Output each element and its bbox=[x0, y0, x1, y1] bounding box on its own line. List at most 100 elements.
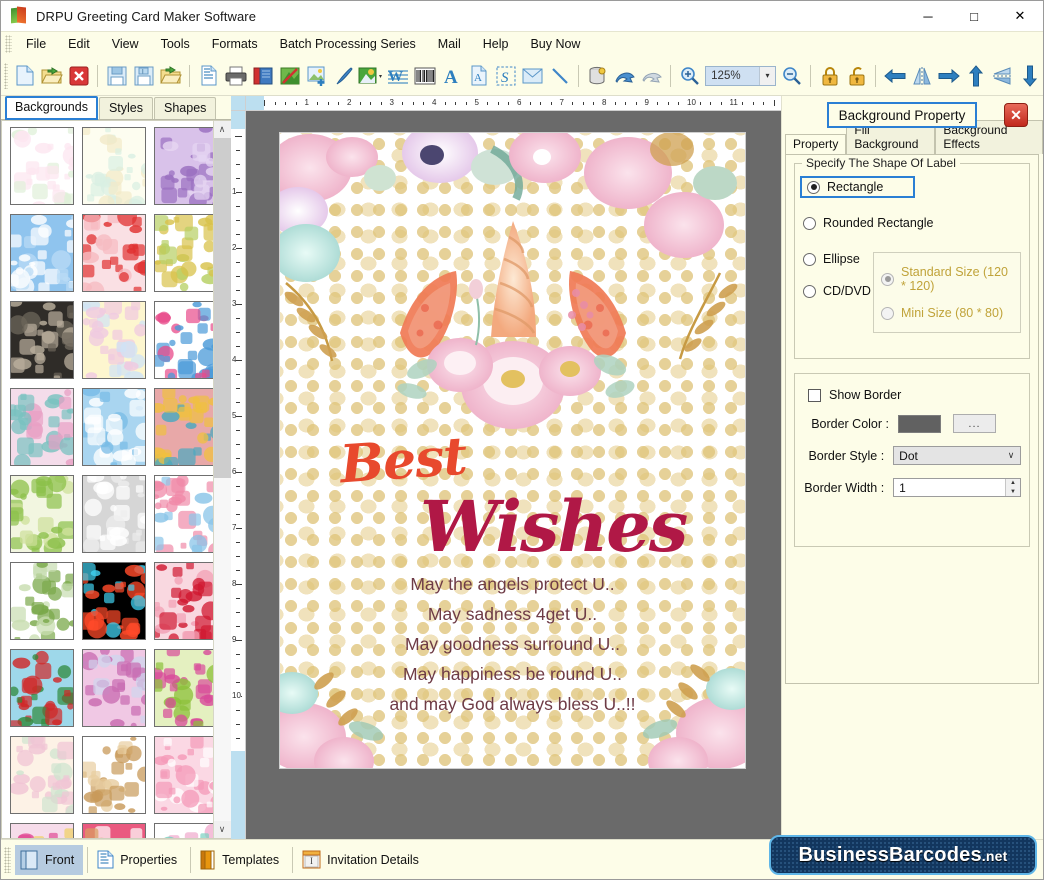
background-thumbnail[interactable] bbox=[10, 649, 74, 727]
pen-tool-icon[interactable] bbox=[330, 61, 357, 91]
insert-image-icon[interactable] bbox=[303, 61, 330, 91]
save-icon[interactable] bbox=[103, 61, 130, 91]
radio-rounded-rectangle[interactable] bbox=[803, 216, 816, 230]
zoom-level-combobox[interactable]: 125% ▾ bbox=[705, 65, 776, 86]
border-width-spinner[interactable]: 1 ▲ ▼ bbox=[893, 478, 1021, 497]
radio-rectangle[interactable] bbox=[807, 180, 820, 194]
background-thumbnail[interactable] bbox=[10, 388, 74, 466]
spinner-up-icon[interactable]: ▲ bbox=[1006, 479, 1020, 488]
open-folder-icon[interactable] bbox=[38, 61, 65, 91]
menu-view[interactable]: View bbox=[101, 34, 150, 54]
menu-formats[interactable]: Formats bbox=[201, 34, 269, 54]
print-icon[interactable] bbox=[222, 61, 249, 91]
shape-option-rounded-rectangle[interactable]: Rounded Rectangle bbox=[803, 216, 1021, 230]
menu-grip-handle[interactable] bbox=[5, 35, 12, 53]
design-canvas[interactable]: Best Wishes May the angels protect U.. M… bbox=[246, 111, 781, 839]
greeting-card[interactable]: Best Wishes May the angels protect U.. M… bbox=[279, 132, 746, 769]
flip-vertical-icon[interactable] bbox=[989, 61, 1016, 91]
background-thumbnail[interactable] bbox=[10, 736, 74, 814]
close-button[interactable]: ✕ bbox=[997, 1, 1043, 32]
background-thumbnail[interactable] bbox=[82, 823, 146, 838]
menu-buy-now[interactable]: Buy Now bbox=[519, 34, 591, 54]
background-thumbnail[interactable] bbox=[154, 127, 213, 205]
scrollbar-track[interactable] bbox=[213, 138, 231, 821]
cd-size-standard[interactable]: Standard Size (120 * 120) bbox=[881, 265, 1013, 293]
flip-horizontal-icon[interactable] bbox=[908, 61, 935, 91]
background-thumbnail[interactable] bbox=[82, 214, 146, 292]
menu-mail[interactable]: Mail bbox=[427, 34, 472, 54]
tab-styles[interactable]: Styles bbox=[98, 97, 154, 119]
border-style-combobox[interactable]: Dot ∨ bbox=[893, 446, 1021, 465]
scroll-down-icon[interactable]: ∨ bbox=[213, 821, 231, 838]
background-thumbnail[interactable] bbox=[10, 301, 74, 379]
background-thumbnail[interactable] bbox=[82, 127, 146, 205]
zoom-out-icon[interactable] bbox=[778, 61, 805, 91]
background-thumbnail[interactable] bbox=[10, 562, 74, 640]
background-thumbnail[interactable] bbox=[154, 388, 213, 466]
show-border-row[interactable]: Show Border bbox=[808, 388, 1021, 402]
signature-icon[interactable]: S bbox=[492, 61, 519, 91]
toolbar-grip-handle[interactable] bbox=[4, 62, 9, 89]
tab-backgrounds[interactable]: Backgrounds bbox=[5, 96, 98, 120]
radio-mini-size[interactable] bbox=[881, 306, 894, 320]
background-thumbnail[interactable] bbox=[154, 214, 213, 292]
delete-close-icon[interactable] bbox=[65, 61, 92, 91]
background-thumbnail[interactable] bbox=[154, 649, 213, 727]
watermark-text-icon[interactable]: W bbox=[384, 61, 411, 91]
background-thumbnail[interactable] bbox=[82, 301, 146, 379]
tab-shapes[interactable]: Shapes bbox=[154, 97, 217, 119]
chevron-down-icon[interactable]: ▾ bbox=[759, 66, 775, 85]
save-as-icon[interactable]: I bbox=[130, 61, 157, 91]
border-color-swatch[interactable] bbox=[898, 414, 941, 433]
background-thumbnail[interactable] bbox=[154, 736, 213, 814]
radio-cd-dvd[interactable] bbox=[803, 284, 816, 298]
line-tool-icon[interactable] bbox=[546, 61, 573, 91]
background-thumbnail[interactable] bbox=[82, 736, 146, 814]
background-thumbnail[interactable] bbox=[154, 475, 213, 553]
minimize-button[interactable]: ─ bbox=[905, 1, 951, 32]
cd-size-mini[interactable]: Mini Size (80 * 80) bbox=[881, 306, 1013, 320]
export-folder-icon[interactable] bbox=[157, 61, 184, 91]
background-thumbnail[interactable] bbox=[82, 388, 146, 466]
background-thumbnail[interactable] bbox=[154, 823, 213, 838]
zoom-in-icon[interactable] bbox=[676, 61, 703, 91]
align-left-icon[interactable] bbox=[881, 61, 908, 91]
tab-property[interactable]: Property bbox=[785, 134, 847, 155]
border-color-browse-button[interactable]: ... bbox=[953, 414, 996, 433]
background-thumbnail[interactable] bbox=[10, 475, 74, 553]
align-bottom-icon[interactable] bbox=[1016, 61, 1043, 91]
unlock-icon[interactable] bbox=[843, 61, 870, 91]
menu-file[interactable]: File bbox=[15, 34, 57, 54]
background-thumbnail[interactable] bbox=[10, 127, 74, 205]
menu-batch-processing-series[interactable]: Batch Processing Series bbox=[269, 34, 427, 54]
bottom-item-front[interactable]: Front bbox=[15, 844, 84, 875]
shape-fill-icon[interactable] bbox=[357, 61, 384, 91]
background-thumbnail[interactable] bbox=[10, 823, 74, 838]
image-paint-icon[interactable] bbox=[276, 61, 303, 91]
bottom-item-templates[interactable]: Templates bbox=[195, 845, 288, 875]
bottom-item-properties[interactable]: Properties bbox=[92, 845, 186, 875]
text-page-icon[interactable]: A bbox=[465, 61, 492, 91]
mail-icon[interactable] bbox=[519, 61, 546, 91]
background-thumbnail[interactable] bbox=[82, 649, 146, 727]
panel-close-icon[interactable]: ✕ bbox=[1004, 103, 1028, 127]
bottom-grip-handle[interactable] bbox=[4, 846, 11, 873]
background-thumbnail[interactable] bbox=[10, 214, 74, 292]
background-thumbnail[interactable] bbox=[82, 562, 146, 640]
thumbnail-scrollbar[interactable]: ∧ ∨ bbox=[213, 121, 231, 838]
copy-layers-icon[interactable] bbox=[249, 61, 276, 91]
menu-edit[interactable]: Edit bbox=[57, 34, 101, 54]
text-tool-icon[interactable]: A bbox=[438, 61, 465, 91]
radio-standard-size[interactable] bbox=[881, 272, 894, 286]
radio-ellipse[interactable] bbox=[803, 252, 816, 266]
document-properties-icon[interactable] bbox=[195, 61, 222, 91]
shape-option-rectangle[interactable]: Rectangle bbox=[800, 176, 916, 198]
scroll-up-icon[interactable]: ∧ bbox=[213, 121, 231, 138]
background-thumbnail[interactable] bbox=[154, 301, 213, 379]
menu-tools[interactable]: Tools bbox=[150, 34, 201, 54]
undo-icon[interactable] bbox=[611, 61, 638, 91]
background-thumbnail[interactable] bbox=[154, 562, 213, 640]
maximize-button[interactable]: □ bbox=[951, 1, 997, 32]
redo-icon[interactable] bbox=[638, 61, 665, 91]
align-right-icon[interactable] bbox=[935, 61, 962, 91]
